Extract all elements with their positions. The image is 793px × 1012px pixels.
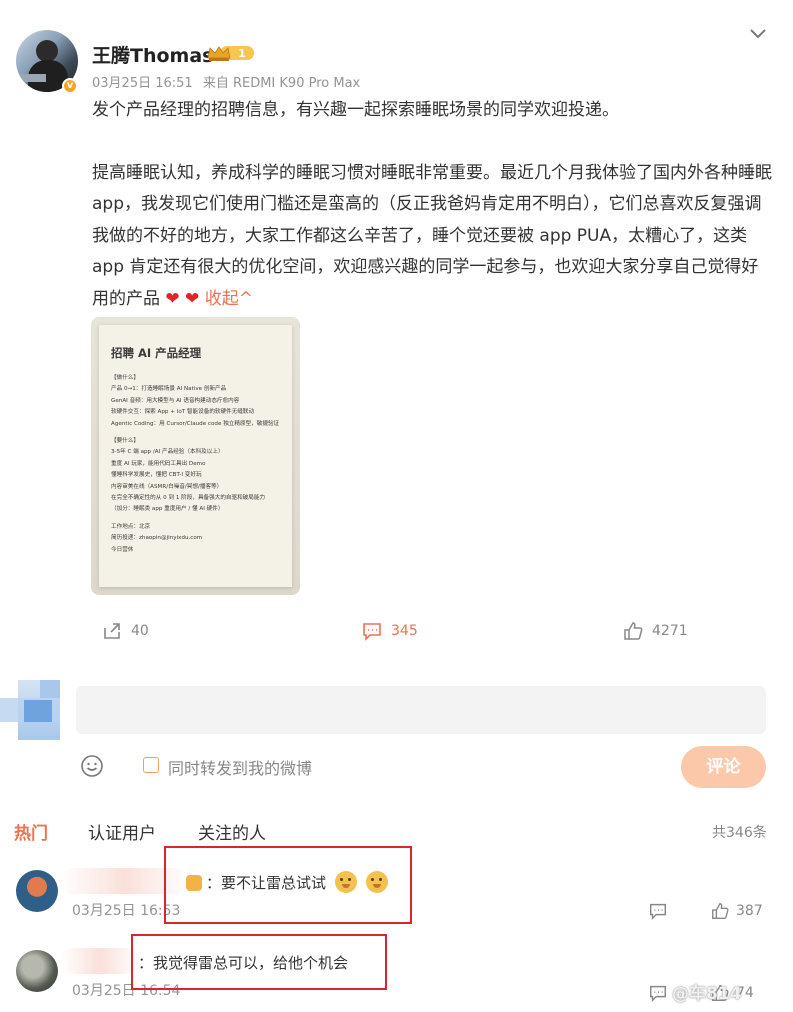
reply-button[interactable]: [648, 983, 668, 1003]
job-line: 今日营休: [111, 546, 134, 553]
comment-count: 345: [391, 623, 418, 639]
job-line: 【要什么】: [111, 438, 139, 445]
heart-icon: ❤ ❤: [165, 288, 200, 309]
job-line: 【做什么】: [111, 375, 139, 381]
post-meta: 03月25日 16:51 来自 REDMI K90 Pro Max: [92, 72, 366, 91]
comment-icon: [363, 623, 381, 641]
thumbs-up-icon: [624, 622, 643, 640]
tab-hot[interactable]: 热门: [14, 819, 48, 844]
svg-text:1: 1: [238, 47, 246, 60]
submit-comment-button[interactable]: 评论: [681, 746, 766, 788]
watermark: @车814: [672, 984, 742, 1004]
reply-button[interactable]: [648, 901, 668, 921]
emoji-icon[interactable]: [80, 754, 104, 778]
reply-icon: [650, 985, 666, 1003]
comment-input[interactable]: [76, 686, 766, 734]
job-line: 重度 AI 玩家，能用代码工具出 Demo: [111, 460, 206, 467]
post-paragraph-1: 发个产品经理的招聘信息，有兴趣一起探索睡眠场景的同学欢迎投递。: [92, 100, 619, 120]
job-image-lines: 【做什么】产品 0→1：打造睡眠场景 AI Native 创新产品 GenAI 音…: [111, 373, 282, 556]
job-line: 软硬件交互：探索 App + IoT 智能设备的软硬件无缝联动: [111, 409, 255, 416]
author-name[interactable]: 王腾Thomas: [92, 41, 213, 68]
reply-icon: [650, 903, 666, 921]
current-user-avatar: [0, 680, 60, 740]
post-source: 来自 REDMI K90 Pro Max: [202, 76, 361, 91]
collapse-link[interactable]: 收起^: [205, 289, 253, 309]
job-posting-image[interactable]: 招聘 AI 产品经理 【做什么】产品 0→1：打造睡眠场景 AI Native …: [91, 317, 300, 595]
chevron-down-icon[interactable]: [748, 26, 768, 42]
comment-like-button[interactable]: 387: [710, 901, 763, 921]
job-line: 懂睡科学发展史，懂把 CBT-I 变好玩: [111, 472, 202, 479]
repost-checkbox-label[interactable]: 同时转发到我的微博: [168, 755, 312, 779]
like-count: 4271: [652, 623, 688, 639]
blurred-username: [60, 948, 140, 974]
thumbs-up-icon: [712, 903, 729, 919]
repost-count: 40: [131, 623, 149, 639]
repost-button[interactable]: 40: [101, 620, 149, 642]
tab-verified-users[interactable]: 认证用户: [88, 819, 156, 844]
job-line: GenAI 音频：用大模型与 AI 语音构建动态疗愈内容: [111, 397, 240, 404]
commenter-avatar[interactable]: [16, 870, 58, 912]
repost-checkbox[interactable]: [143, 757, 159, 773]
post-content: 发个产品经理的招聘信息，有兴趣一起探索睡眠场景的同学欢迎投递。 提高睡眠认知，养…: [92, 95, 772, 315]
post-paragraph-2: 提高睡眠认知，养成科学的睡眠习惯对睡眠非常重要。最近几个月我体验了国内外各种睡眠…: [92, 162, 772, 309]
share-icon: [104, 623, 120, 639]
tab-following[interactable]: 关注的人: [198, 819, 266, 844]
commenter-avatar[interactable]: [16, 950, 58, 992]
job-line: Agentic Coding：用 Cursor/Claude code 独立精原…: [111, 420, 280, 427]
job-line: 简历投递：zhaopin@jinyixdu.com: [111, 535, 203, 542]
comment-button[interactable]: 345: [361, 620, 418, 642]
job-line: 3-5年 C 端 app /AI 产品经验（本科及以上）: [111, 449, 224, 456]
like-button[interactable]: 4271: [622, 620, 688, 642]
comment-like-count: 387: [736, 903, 763, 919]
vip-level-badge[interactable]: 1: [206, 44, 256, 62]
highlight-box: [131, 934, 387, 990]
comment-total-count: 共346条: [712, 825, 767, 841]
job-line: （加分：睡眠类 app 重度用户 / 懂 AI 硬件）: [111, 506, 224, 513]
job-line: 工作地点：北京: [111, 523, 151, 530]
post-date[interactable]: 03月25日 16:51: [92, 76, 193, 91]
job-line: 产品 0→1：打造睡眠场景 AI Native 创新产品: [111, 386, 227, 393]
verified-badge-icon: v: [62, 78, 78, 94]
job-line: 在完全不确定性的从 0 到 1 阶段，具备强大的自驱和破局能力: [111, 495, 266, 502]
highlight-box: [164, 846, 412, 924]
job-line: 内容审美在线（ASMR/白噪音/冥想/播客等）: [111, 483, 223, 490]
job-image-title: 招聘 AI 产品经理: [111, 346, 202, 360]
